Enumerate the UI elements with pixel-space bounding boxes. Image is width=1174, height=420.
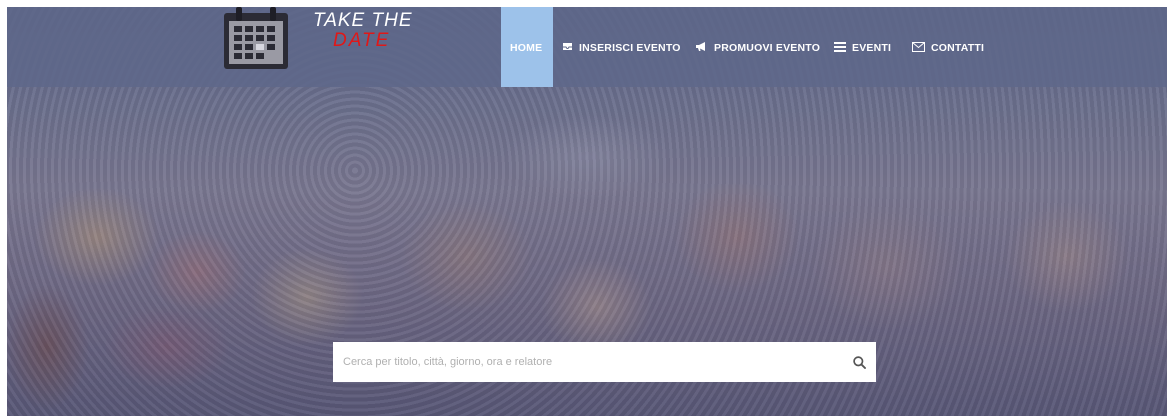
nav-item-label: PROMUOVI EVENTO bbox=[714, 42, 821, 54]
list-icon bbox=[834, 41, 846, 55]
inbox-icon bbox=[562, 41, 573, 55]
calendar-logo-icon[interactable] bbox=[222, 7, 290, 71]
nav-item-label: EVENTI bbox=[852, 42, 892, 54]
megaphone-icon bbox=[695, 41, 708, 55]
search-button[interactable] bbox=[842, 342, 876, 382]
nav-item-label: CONTATTI bbox=[931, 42, 985, 54]
nav-item-label: INSERISCI EVENTO bbox=[579, 42, 681, 54]
nav-item-inserisci-evento[interactable]: INSERISCI EVENTO bbox=[562, 40, 681, 56]
event-search-bar bbox=[333, 342, 876, 382]
nav-item-home[interactable]: HOME bbox=[510, 40, 542, 56]
envelope-icon bbox=[912, 41, 925, 55]
nav-item-promuovi-evento[interactable]: PROMUOVI EVENTO bbox=[695, 40, 820, 56]
nav-item-contatti[interactable]: CONTATTI bbox=[912, 40, 984, 56]
brand-line-2: DATE bbox=[333, 30, 391, 51]
brand-line-1: TAKE THE bbox=[313, 10, 413, 31]
top-navbar: TAKE THE DATE HOME INSERISCI EVENTO PROM… bbox=[7, 7, 1167, 87]
brand-logo-text[interactable]: TAKE THE DATE bbox=[313, 11, 433, 51]
search-icon bbox=[852, 355, 866, 369]
page-frame: TAKE THE DATE HOME INSERISCI EVENTO PROM… bbox=[7, 7, 1167, 416]
search-input[interactable] bbox=[333, 342, 842, 382]
nav-item-eventi[interactable]: EVENTI bbox=[834, 40, 891, 56]
